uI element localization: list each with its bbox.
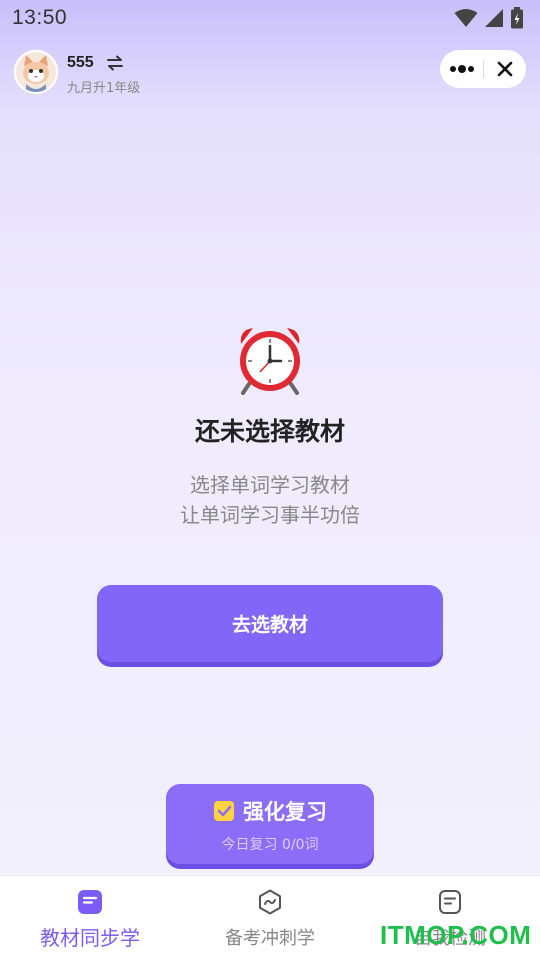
more-dots-icon[interactable] (440, 50, 483, 88)
empty-title: 还未选择教材 (194, 417, 345, 446)
watermark: ITMOP.COM (380, 920, 532, 950)
choose-textbook-button[interactable]: 去选教材 (97, 585, 443, 662)
review-title: 强化复习 (243, 800, 327, 824)
book-icon (78, 890, 102, 914)
cat-avatar-icon (16, 52, 56, 92)
swap-icon[interactable] (106, 54, 124, 72)
tab-exam-sprint[interactable]: 备考冲刺学 (180, 876, 360, 960)
user-name: 555 (67, 54, 94, 71)
status-time: 13:50 (12, 6, 68, 29)
status-bar: 13:50 (0, 0, 540, 36)
alarm-clock-icon (240, 328, 300, 395)
empty-desc-line2: 让单词学习事半功倍 (180, 503, 360, 527)
sprint-icon (259, 889, 281, 915)
mini-header: 555 九月升1年级 (0, 48, 540, 96)
close-icon[interactable] (484, 50, 526, 88)
checklist-icon (214, 801, 234, 821)
empty-desc-line1: 选择单词学习教材 (190, 473, 350, 497)
review-subtitle: 今日复习 0/0词 (221, 837, 319, 853)
status-icons (454, 7, 524, 29)
choose-textbook-label: 去选教材 (231, 614, 308, 636)
note-icon (439, 890, 461, 914)
battery-icon (511, 7, 523, 29)
review-title-row: 强化复习 (166, 796, 374, 826)
tab-label: 备考冲刺学 (225, 928, 315, 949)
signal-icon (485, 9, 503, 27)
review-button[interactable]: 强化复习 今日复习 0/0词 (166, 784, 374, 864)
tab-textbook-sync[interactable]: 教材同步学 (0, 876, 180, 960)
wifi-icon (454, 9, 478, 27)
capsule-menu (440, 50, 526, 88)
avatar[interactable] (14, 50, 58, 94)
tab-label: 教材同步学 (40, 926, 140, 950)
user-grade: 九月升1年级 (67, 81, 141, 96)
